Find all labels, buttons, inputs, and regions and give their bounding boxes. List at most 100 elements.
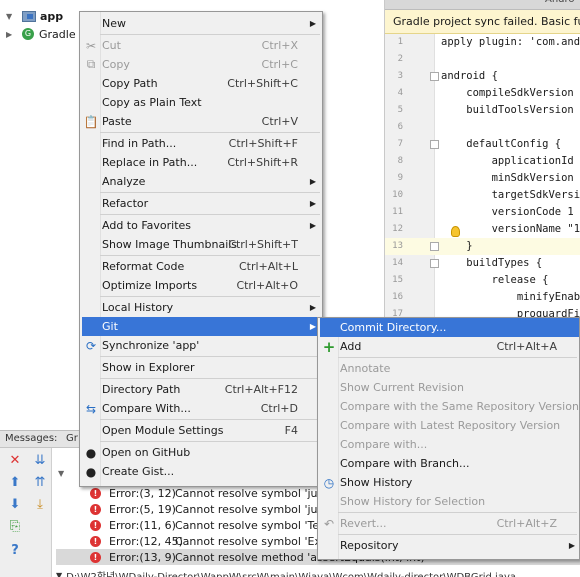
menu-item-open-module-settings[interactable]: Open Module Settings F4: [82, 421, 320, 440]
menu-item-compare-with[interactable]: ⇆ Compare With... Ctrl+D: [82, 399, 320, 418]
error-row[interactable]: ! Error:(3, 12) Cannot resolve symbol 'jun…: [90, 485, 335, 501]
close-icon[interactable]: ✕: [8, 454, 22, 468]
menu-item-repository[interactable]: Repository ▶: [320, 536, 579, 555]
fold-marker-icon[interactable]: [430, 259, 439, 268]
code-line[interactable]: 7 defaultConfig {: [385, 136, 580, 153]
down-arrow-icon[interactable]: ⬇: [8, 498, 22, 512]
menu-item-compare-with-the-same-repository-version[interactable]: Compare with the Same Repository Version: [320, 397, 579, 416]
menu-item-add[interactable]: + Add Ctrl+Alt+A: [320, 337, 579, 356]
menu-item-git[interactable]: Git ▶: [82, 317, 320, 336]
line-number: 10: [392, 190, 403, 200]
code-line[interactable]: 11 versionCode 1: [385, 204, 580, 221]
menu-item-create-gist[interactable]: ● Create Gist...: [82, 462, 320, 481]
fold-marker-icon[interactable]: [430, 72, 439, 81]
menu-item-show-history-for-selection[interactable]: Show History for Selection: [320, 492, 579, 511]
menu-item-commit-directory[interactable]: Commit Directory...: [320, 318, 579, 337]
menu-item-directory-path[interactable]: Directory Path Ctrl+Alt+F12: [82, 380, 320, 399]
menu-item-add-to-favorites[interactable]: Add to Favorites ▶: [82, 216, 320, 235]
code-line[interactable]: 13 }: [385, 238, 580, 255]
menu-separator: [100, 296, 320, 297]
editor-tab[interactable]: Andro: [545, 0, 575, 9]
expand-arrow-icon[interactable]: ▼: [6, 12, 16, 21]
menu-item-cut[interactable]: ✂ Cut Ctrl+X: [82, 36, 320, 55]
menu-separator: [100, 441, 320, 442]
code-line[interactable]: 14 buildTypes {: [385, 255, 580, 272]
lightbulb-icon[interactable]: [451, 226, 460, 237]
file-path-row[interactable]: ▼ D:\W2학년\WDaily-Director\WappW\srcW\mai…: [56, 570, 516, 577]
menu-item-local-history[interactable]: Local History ▶: [82, 298, 320, 317]
code-line[interactable]: 5 buildToolsVersion "23: [385, 102, 580, 119]
menu-item-show-current-revision[interactable]: Show Current Revision: [320, 378, 579, 397]
menu-item-compare-with-branch[interactable]: Compare with Branch...: [320, 454, 579, 473]
up-arrow-icon[interactable]: ⬆: [8, 476, 22, 490]
git-submenu: Commit Directory... + Add Ctrl+Alt+A Annotat…: [317, 317, 580, 560]
menu-item-compare-with-latest-repository-version[interactable]: Compare with Latest Repository Version: [320, 416, 579, 435]
tab-gradle[interactable]: Gr: [66, 433, 78, 444]
code-text: versionName "1.0": [491, 223, 580, 235]
code-line[interactable]: 16 minifyEnabled: [385, 289, 580, 306]
menu-item-replace-in-path[interactable]: Replace in Path... Ctrl+Shift+R: [82, 153, 320, 172]
collapse-arrow-icon[interactable]: ▶: [6, 30, 16, 39]
code-line[interactable]: 3 android {: [385, 68, 580, 85]
export-to-text-icon[interactable]: ⎘: [8, 520, 22, 534]
tree-item-app[interactable]: ▼ app: [0, 7, 63, 25]
error-icon: !: [90, 519, 101, 531]
menu-item-compare-with[interactable]: Compare with...: [320, 435, 579, 454]
menu-item-annotate[interactable]: Annotate: [320, 359, 579, 378]
submenu-arrow-icon: ▶: [309, 19, 316, 28]
menu-separator: [338, 357, 577, 358]
menu-item-copy-as-plain-text[interactable]: Copy as Plain Text: [82, 93, 320, 112]
menu-item-copy[interactable]: ⧉ Copy Ctrl+C: [82, 55, 320, 74]
menu-separator: [100, 132, 320, 133]
line-number: 12: [392, 224, 403, 234]
menu-item-label: Refactor: [102, 197, 149, 210]
error-location: Error:(5, 19): [109, 502, 176, 516]
code-line[interactable]: 6: [385, 119, 580, 136]
help-icon[interactable]: ?: [8, 544, 22, 558]
copy-icon: ⧉: [86, 57, 96, 71]
code-line[interactable]: 10 targetSdkVersion 2: [385, 187, 580, 204]
menu-item-find-in-path[interactable]: Find in Path... Ctrl+Shift+F: [82, 134, 320, 153]
code-line[interactable]: 9 minSdkVersion 19: [385, 170, 580, 187]
menu-item-synchronize-app[interactable]: ⟳ Synchronize 'app': [82, 336, 320, 355]
menu-item-show-image-thumbnails[interactable]: Show Image Thumbnails Ctrl+Shift+T: [82, 235, 320, 254]
code-line[interactable]: 4 compileSdkVersion 23: [385, 85, 580, 102]
export-icon[interactable]: ⤓: [33, 498, 47, 512]
fold-marker-icon[interactable]: [430, 242, 439, 251]
expand-arrow-icon[interactable]: ▼: [58, 469, 64, 478]
expand-arrow-icon[interactable]: ▼: [56, 571, 62, 577]
code-line[interactable]: 8 applicationId "co: [385, 153, 580, 170]
fold-marker-icon[interactable]: [430, 140, 439, 149]
menu-item-shortcut: F4: [284, 424, 298, 437]
menu-item-optimize-imports[interactable]: Optimize Imports Ctrl+Alt+O: [82, 276, 320, 295]
error-row[interactable]: ! Error:(11, 6) Cannot resolve symbol 'Tes…: [90, 517, 332, 533]
menu-item-reformat-code[interactable]: Reformat Code Ctrl+Alt+L: [82, 257, 320, 276]
code-line[interactable]: 1 apply plugin: 'com.andr: [385, 34, 580, 51]
menu-separator: [100, 192, 320, 193]
menu-item-open-on-github[interactable]: ● Open on GitHub: [82, 443, 320, 462]
menu-item-paste[interactable]: 📋 Paste Ctrl+V: [82, 112, 320, 131]
error-row[interactable]: ! Error:(12, 45) Cannot resolve symbol 'Ex…: [90, 533, 334, 549]
menu-separator: [100, 34, 320, 35]
menu-item-analyze[interactable]: Analyze ▶: [82, 172, 320, 191]
tree-item-gradle[interactable]: ▶ G Gradle S: [0, 25, 86, 43]
line-number: 11: [392, 207, 403, 217]
menu-item-copy-path[interactable]: Copy Path Ctrl+Shift+C: [82, 74, 320, 93]
code-text: minSdkVersion 19: [441, 172, 580, 184]
menu-item-new[interactable]: New ▶: [82, 14, 320, 33]
code-line[interactable]: 2: [385, 51, 580, 68]
collapse-all-icon[interactable]: ⇈: [33, 476, 47, 490]
expand-all-icon[interactable]: ⇊: [33, 454, 47, 468]
error-icon: !: [90, 503, 101, 515]
menu-item-show-in-explorer[interactable]: Show in Explorer: [82, 358, 320, 377]
code-line[interactable]: 15 release {: [385, 272, 580, 289]
menu-item-show-history[interactable]: ◷ Show History: [320, 473, 579, 492]
menu-item-revert[interactable]: ↶ Revert... Ctrl+Alt+Z: [320, 514, 579, 533]
menu-item-label: Reformat Code: [102, 260, 185, 273]
menu-item-refactor[interactable]: Refactor ▶: [82, 194, 320, 213]
tab-messages[interactable]: Messages:: [5, 433, 57, 444]
menu-item-label: Copy: [102, 58, 130, 71]
module-folder-icon: [22, 10, 36, 22]
error-row[interactable]: ! Error:(5, 19) Cannot resolve symbol 'jun…: [90, 501, 335, 517]
code-line[interactable]: 12 versionName "1.0": [385, 221, 580, 238]
